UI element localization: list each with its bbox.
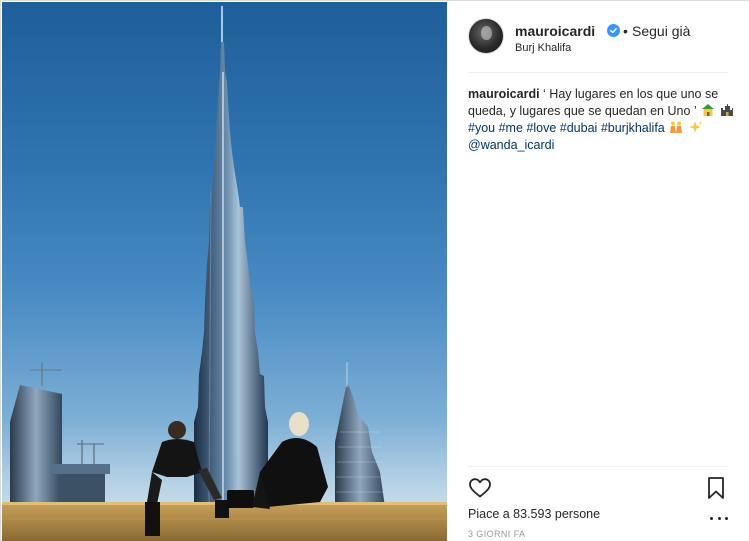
actions-divider	[468, 466, 728, 467]
likes-count-link[interactable]: Piace a 83.593 persone	[468, 507, 600, 521]
caption-username-link[interactable]: mauroicardi	[468, 87, 540, 101]
post-dialog: mauroicardi • Segui già Burj Khalifa mau…	[0, 0, 749, 541]
post-timestamp: 3 GIORNI FA	[468, 529, 526, 539]
header-separator: •	[623, 23, 628, 39]
hashtag-love-link[interactable]: #love	[526, 121, 556, 135]
post-header: mauroicardi • Segui già Burj Khalifa	[468, 18, 728, 60]
couple-emoji-icon	[669, 120, 683, 134]
following-button[interactable]: Segui già	[632, 23, 690, 39]
bookmark-icon[interactable]	[706, 476, 726, 500]
user-avatar[interactable]	[468, 18, 504, 54]
castle-emoji-icon	[720, 103, 734, 117]
hashtag-dubai-link[interactable]: #dubai	[560, 121, 598, 135]
location-link[interactable]: Burj Khalifa	[515, 42, 571, 54]
verified-badge-icon	[607, 24, 620, 37]
hashtag-burjkhalifa-link[interactable]: #burjkhalifa	[601, 121, 665, 135]
post-photo[interactable]	[2, 2, 447, 541]
house-emoji-icon	[701, 103, 715, 117]
heart-icon[interactable]	[468, 476, 492, 500]
more-options-icon[interactable]	[710, 513, 728, 523]
post-side-panel: mauroicardi • Segui già Burj Khalifa mau…	[448, 2, 749, 541]
mention-link[interactable]: @wanda_icardi	[468, 138, 554, 152]
post-caption: mauroicardi ‘ Hay lugares en los que uno…	[468, 86, 736, 154]
sparkles-emoji-icon	[688, 120, 703, 134]
header-username-link[interactable]: mauroicardi	[515, 23, 595, 39]
header-divider	[468, 72, 728, 73]
hashtag-me-link[interactable]: #me	[499, 121, 523, 135]
burj-khalifa-photo	[2, 6, 447, 541]
hashtag-you-link[interactable]: #you	[468, 121, 495, 135]
